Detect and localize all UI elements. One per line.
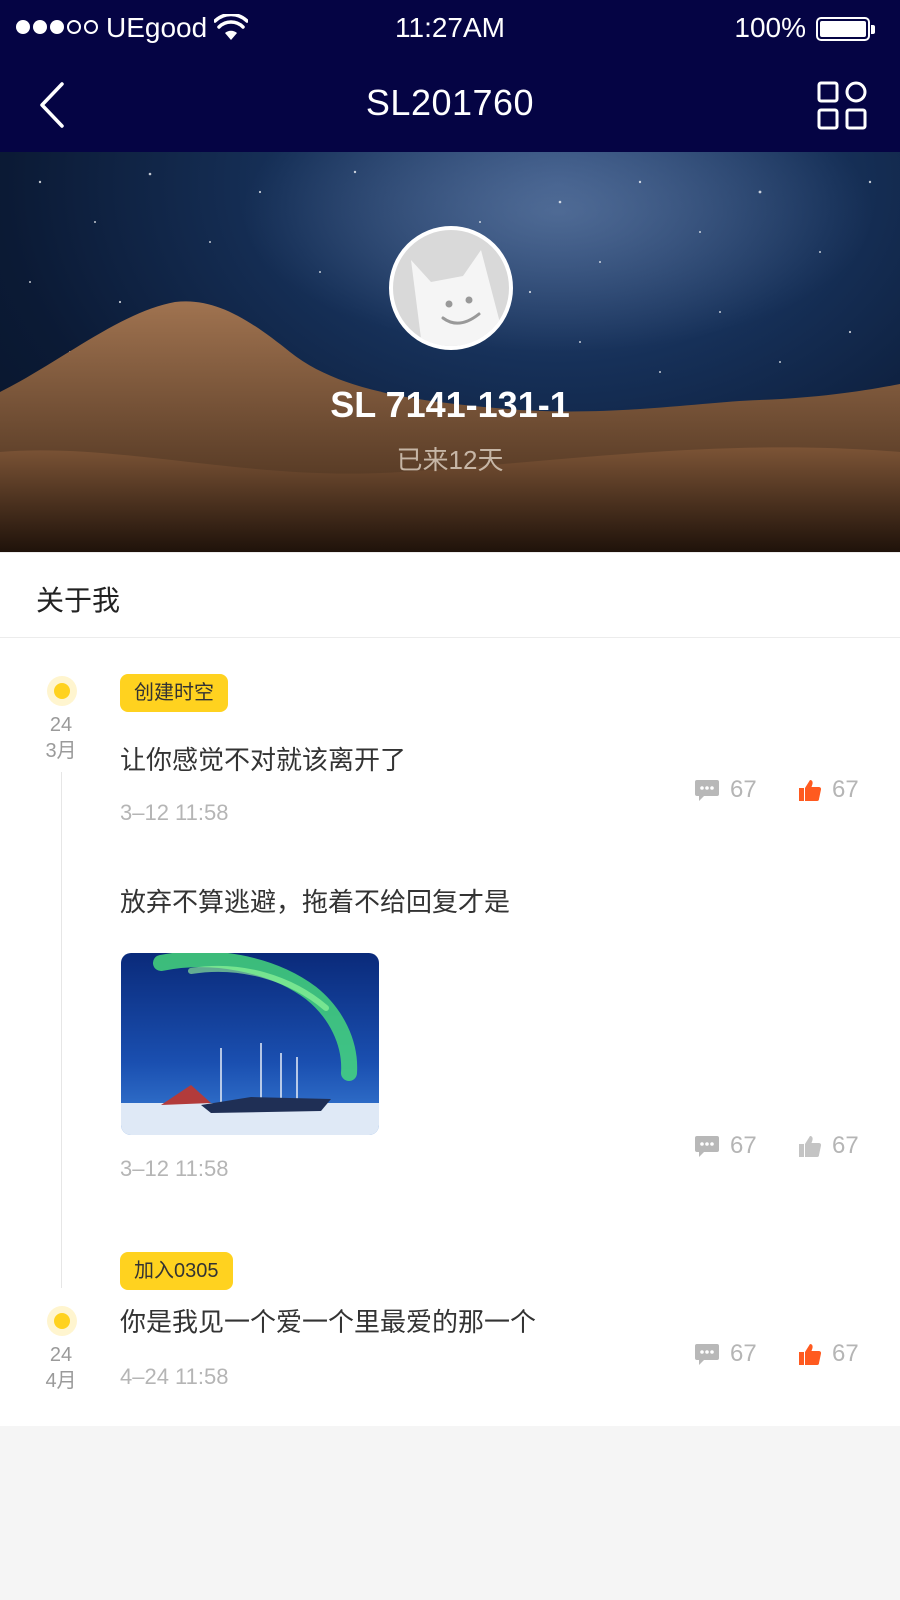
timeline-line	[61, 772, 62, 1288]
like-count[interactable]: 67	[798, 1340, 859, 1368]
like-count[interactable]: 67	[798, 776, 859, 804]
battery-percent: 100%	[734, 12, 806, 43]
category-tag[interactable]: 加入0305	[120, 1252, 233, 1290]
comment-count[interactable]: 67	[694, 1132, 757, 1160]
category-tag[interactable]: 创建时空	[120, 674, 228, 712]
like-count-value: 67	[832, 1340, 859, 1367]
post-time: 3–12 11:58	[120, 800, 229, 825]
about-me-section[interactable]: 关于我	[0, 552, 900, 638]
timeline-date-day: 24	[49, 714, 73, 736]
timeline-date-month: 4月	[45, 1370, 77, 1392]
page-title: SL201760	[365, 82, 535, 123]
post-image-aurora[interactable]	[121, 953, 379, 1135]
timeline-dot	[47, 676, 77, 706]
battery-icon	[816, 17, 870, 41]
battery-cap	[871, 25, 875, 34]
like-count-value: 67	[832, 776, 859, 803]
empty-footer-area	[0, 1426, 900, 1600]
aurora-photo	[121, 953, 379, 1135]
profile-banner: SL 7141-131-1 已来12天	[0, 152, 900, 552]
comment-count[interactable]: 67	[694, 776, 757, 804]
comment-count-value: 67	[730, 1340, 757, 1367]
thumbs-up-icon	[799, 780, 822, 801]
timeline: 24 3月 创建时空 让你感觉不对就该离开了 3–12 11:58 67 67 …	[0, 638, 900, 1426]
profile-name: SL 7141-131-1	[330, 384, 570, 425]
timeline-date-day: 24	[49, 1344, 73, 1366]
grid-menu-icon[interactable]	[816, 80, 870, 132]
avatar[interactable]	[389, 226, 513, 350]
comment-count-value: 67	[730, 1132, 757, 1159]
comment-icon	[695, 1344, 719, 1365]
comment-count[interactable]: 67	[694, 1340, 757, 1368]
thumbs-up-icon	[799, 1344, 822, 1365]
days-joined: 已来12天	[396, 445, 504, 475]
timeline-dot	[47, 1306, 77, 1336]
post-text: 让你感觉不对就该离开了	[120, 745, 407, 775]
comment-icon	[695, 780, 719, 801]
like-count[interactable]: 67	[798, 1132, 859, 1160]
post-time: 4–24 11:58	[120, 1364, 229, 1389]
timeline-date-month: 3月	[45, 740, 77, 762]
post-text: 放弃不算逃避，拖着不给回复才是	[120, 887, 511, 917]
top-bar: UEgood 11:27AM 100% SL201760	[0, 0, 900, 152]
post-text: 你是我见一个爱一个里最爱的那一个	[120, 1307, 537, 1337]
post-time: 3–12 11:58	[120, 1156, 229, 1181]
comment-icon	[695, 1136, 719, 1157]
comment-count-value: 67	[730, 776, 757, 803]
desert-night-background	[0, 152, 900, 552]
nav-bar: SL201760	[0, 58, 900, 152]
about-me-label: 关于我	[36, 585, 121, 616]
like-count-value: 67	[832, 1132, 859, 1159]
thumbs-up-icon	[799, 1136, 822, 1157]
status-bar: UEgood 11:27AM 100%	[0, 0, 900, 58]
